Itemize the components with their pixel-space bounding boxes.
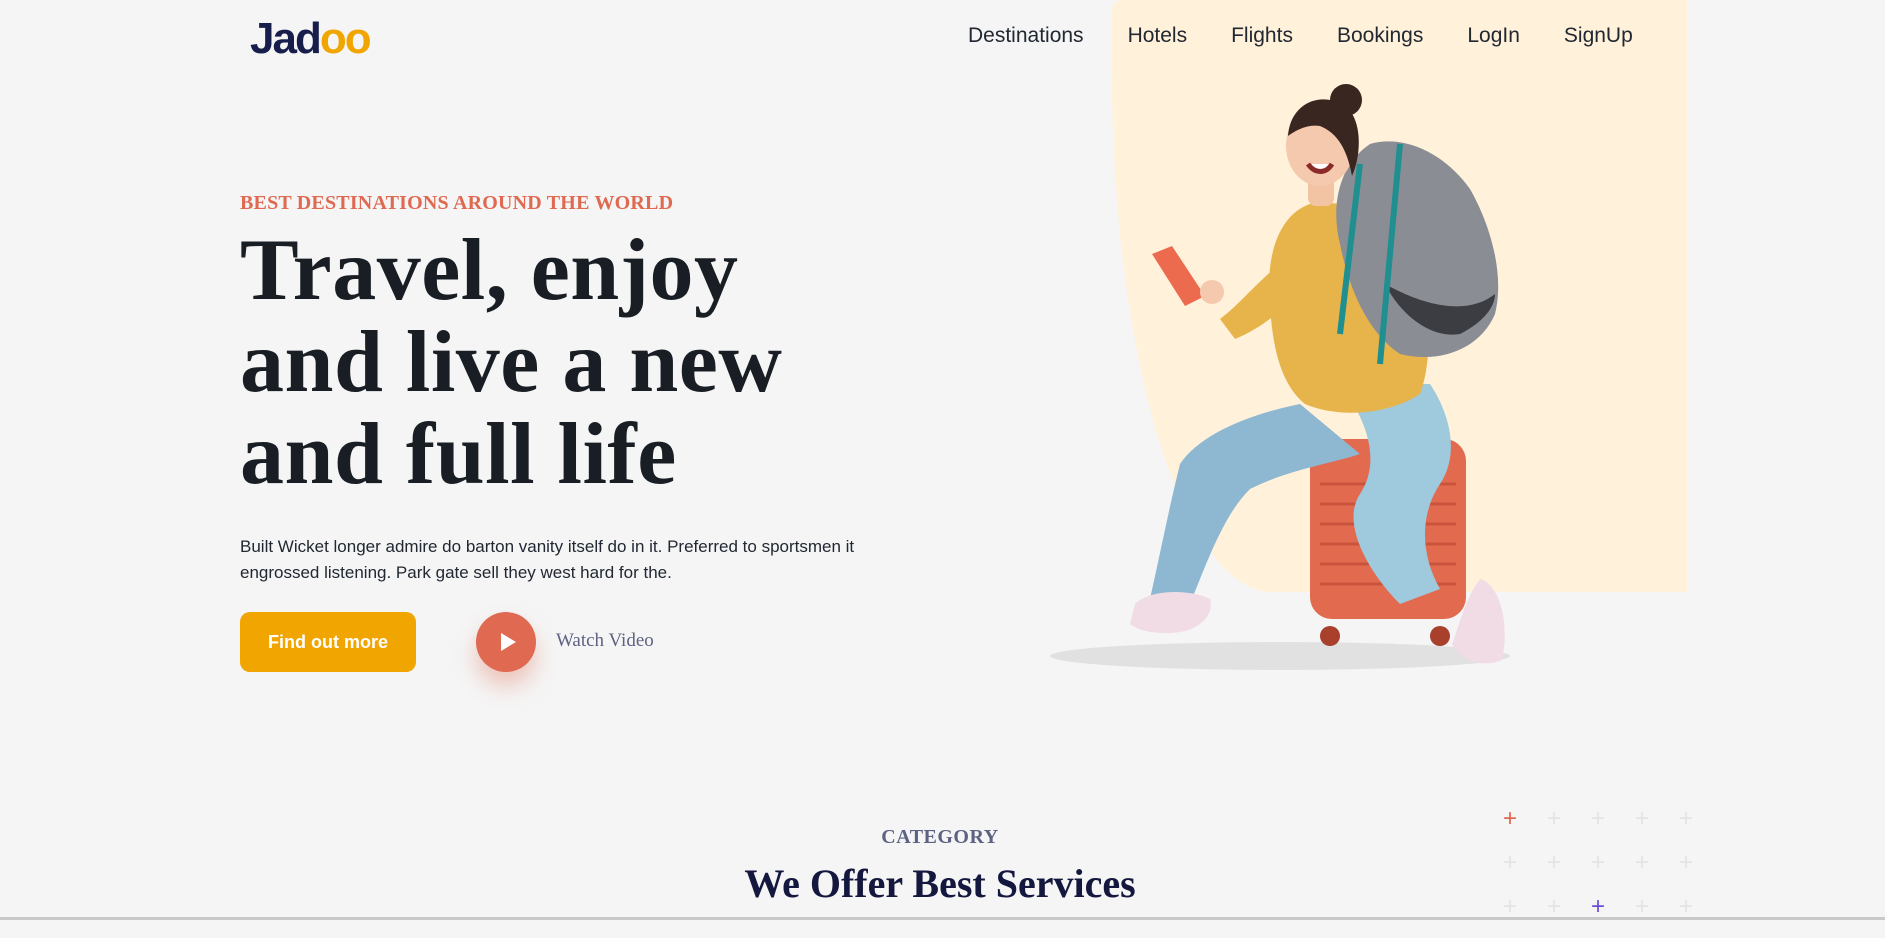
nav-destinations[interactable]: Destinations: [968, 24, 1084, 48]
plus-icon: +: [1679, 893, 1694, 920]
plus-icon: +: [1503, 849, 1518, 876]
plus-icon: +: [1547, 805, 1562, 832]
plus-icon: +: [1547, 893, 1562, 920]
plus-icon: +: [1679, 805, 1694, 832]
plus-icon: +: [1635, 849, 1650, 876]
plus-icon: +: [1503, 805, 1518, 832]
plus-icon: +: [1591, 805, 1606, 832]
hero-headline: Travel, enjoy and live a new and full li…: [240, 225, 920, 501]
nav-signup[interactable]: SignUp: [1564, 24, 1633, 48]
plus-icon: +: [1679, 849, 1694, 876]
main-nav: Destinations Hotels Flights Bookings Log…: [968, 24, 1633, 48]
hero-traveler-image: [1050, 84, 1510, 670]
plus-icon: +: [1547, 849, 1562, 876]
plus-icon: +: [1591, 893, 1606, 920]
nav-bookings[interactable]: Bookings: [1337, 24, 1423, 48]
watch-video-link[interactable]: Watch Video: [556, 630, 654, 652]
headline-line-2: and live a new: [240, 314, 783, 411]
headline-line-1: Travel, enjoy: [240, 222, 739, 319]
hero-eyebrow: BEST DESTINATIONS AROUND THE WORLD: [240, 192, 674, 214]
brand-logo[interactable]: Jadoo: [250, 14, 372, 64]
plus-icon: +: [1635, 893, 1650, 920]
nav-flights[interactable]: Flights: [1231, 24, 1293, 48]
plus-icon: +: [1635, 805, 1650, 832]
find-out-more-button[interactable]: Find out more: [240, 612, 416, 672]
nav-hotels[interactable]: Hotels: [1128, 24, 1188, 48]
headline-line-3: and full life: [240, 406, 677, 503]
plus-icon: +: [1591, 849, 1606, 876]
play-video-button[interactable]: [476, 612, 536, 672]
plus-icon: +: [1503, 893, 1518, 920]
nav-login[interactable]: LogIn: [1467, 24, 1520, 48]
hero-description: Built Wicket longer admire do barton van…: [240, 537, 855, 582]
